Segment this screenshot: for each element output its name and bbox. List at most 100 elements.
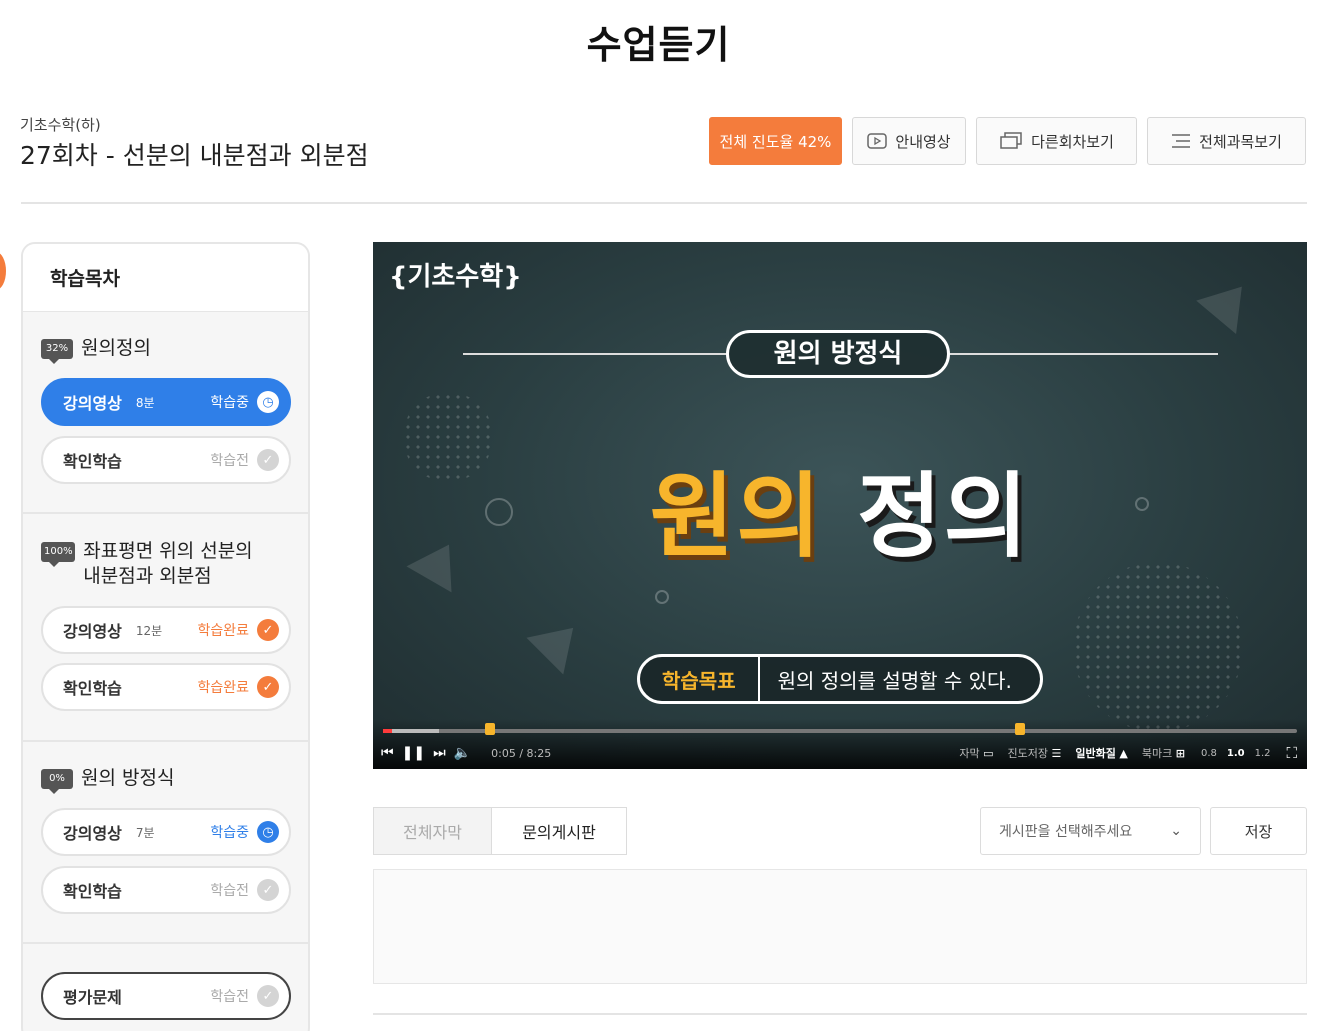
pause-icon[interactable]: ❚❚ [402,745,425,761]
subtitle-icon: ▭ [983,747,994,760]
speed-selector: 0.8 1.0 1.2 [1201,748,1271,759]
progress-label: 전체 진도율 42% [719,132,832,151]
lecture-video-item[interactable]: 강의영상 8분 학습중 ◷ [41,378,291,426]
item-label: 확인학습 [63,452,122,471]
save-progress-button[interactable]: 진도저장 ☰ [1008,745,1062,761]
section-title: 100% 좌표평면 위의 선분의 내분점과 외분점 [41,539,271,589]
item-status: 학습전 [210,453,249,469]
goal-tag: 학습목표 [640,657,760,701]
bookmark-marker[interactable] [1015,723,1025,735]
main-title-part1: 원의 [649,463,823,570]
subtitle-button[interactable]: 자막 ▭ [959,745,993,761]
next-icon[interactable]: ⏭ [433,745,446,761]
seek-bar[interactable] [383,723,1297,735]
item-status: 학습전 [210,989,249,1005]
section-divider [23,740,308,742]
check-study-item[interactable]: 확인학습 학습전 ✓ [41,436,291,484]
item-label: 강의영상 [63,394,122,413]
bookmark-marker[interactable] [485,723,495,735]
video-topic: 원의 방정식 [726,330,950,378]
tab-qna[interactable]: 문의게시판 [491,807,627,855]
clock-icon: ◷ [257,821,279,843]
topic-line-left [463,353,728,355]
page-title: 수업듣기 [586,23,731,67]
study-index-sidebar: 학습목차 32% 원의정의 강의영상 8분 학습중 ◷ 확인학습 학습전 ✓ 1… [21,242,310,1031]
bookmark-label: 북마크 [1141,747,1173,760]
item-status: 학습완료 [197,680,249,696]
learning-goal: 학습목표 원의 정의를 설명할 수 있다. [637,654,1043,704]
arrow-decoration [1196,269,1262,335]
percent-badge: 32% [41,339,73,364]
save-progress-label: 진도저장 [1007,747,1049,760]
item-label: 확인학습 [63,679,122,698]
progress-button[interactable]: 전체 진도율 42% [709,117,842,165]
check-icon: ✓ [257,676,279,698]
section-title: 0% 원의 방정식 [41,766,175,794]
database-icon: ☰ [1051,747,1062,760]
section-title-text: 원의 방정식 [81,767,175,789]
check-study-item[interactable]: 확인학습 학습완료 ✓ [41,663,291,711]
volume-icon[interactable]: 🔈 [454,745,471,761]
lecture-video-item[interactable]: 강의영상 7분 학습중 ◷ [41,808,291,856]
main-title-part2: 정의 [857,463,1031,570]
fullscreen-icon[interactable]: ⛶ [1286,744,1297,762]
lecture-video-item[interactable]: 강의영상 12분 학습완료 ✓ [41,606,291,654]
video-player[interactable]: {기초수학} 원의 방정식 원의 정의 학습목표 원의 정의를 설명할 수 있다… [373,242,1307,769]
section-title-text: 원의정의 [81,337,151,359]
evaluation-item[interactable]: 평가문제 학습전 ✓ [41,972,291,1020]
item-duration: 8분 [135,395,155,410]
tab-subtitles[interactable]: 전체자막 [373,807,492,855]
check-study-item[interactable]: 확인학습 학습전 ✓ [41,866,291,914]
board-select-value: 게시판을 선택해주세요 [999,824,1133,840]
guide-video-button[interactable]: 안내영상 [852,117,966,165]
subtitle-label: 자막 [959,747,980,760]
controls-row: ⏮ ❚❚ ⏭ 🔈 0:05 / 8:25 자막 ▭ 진도저장 ☰ 일반화질 ▲ … [381,743,1297,763]
bottom-divider [373,1013,1307,1015]
video-logo-text: 기초수학 [407,262,504,292]
quality-label: 일반화질 [1075,747,1116,760]
sidebar-toggle[interactable] [0,252,6,290]
time-display: 0:05 / 8:25 [491,746,552,760]
bookmark-button[interactable]: 북마크 ⊞ [1142,745,1185,761]
played-bar [383,729,393,733]
section-title-text: 좌표평면 위의 선분의 내분점과 외분점 [83,540,253,587]
board-select[interactable]: 게시판을 선택해주세요 ⌄ [980,807,1201,855]
guide-video-label: 안내영상 [895,132,951,151]
item-status: 학습전 [210,883,249,899]
lesson-title: 27회차 - 선분의 내분점과 외분점 [20,141,369,170]
ring-decoration [655,590,669,604]
item-status: 학습완료 [197,623,249,639]
all-subjects-label: 전체과목보기 [1199,132,1282,151]
video-main-title: 원의 정의 [373,442,1307,575]
quality-button[interactable]: 일반화질 ▲ [1075,745,1127,761]
header-divider [21,202,1307,204]
sidebar-title: 학습목차 [23,244,308,312]
item-status: 학습중 [210,825,249,841]
other-lessons-label: 다른회차보기 [1031,132,1114,151]
check-icon: ✓ [257,619,279,641]
course-subject: 기초수학(하) [20,116,101,134]
speed-option[interactable]: 1.0 [1227,748,1245,759]
item-status: 학습중 [210,395,249,411]
tab-content-area [373,869,1307,984]
play-icon [867,133,888,149]
save-button[interactable]: 저장 [1210,807,1307,855]
dots-pattern [1073,562,1243,732]
speed-option[interactable]: 0.8 [1201,748,1217,759]
previous-icon[interactable]: ⏮ [381,745,394,761]
clock-icon: ◷ [257,391,279,413]
list-icon [1172,134,1191,148]
other-lessons-button[interactable]: 다른회차보기 [976,117,1137,165]
percent-badge: 100% [41,542,76,567]
all-subjects-button[interactable]: 전체과목보기 [1147,117,1306,165]
item-label: 평가문제 [63,988,122,1007]
item-label: 강의영상 [63,622,122,641]
check-icon: ✓ [257,879,279,901]
goal-text: 원의 정의를 설명할 수 있다. [777,668,1012,693]
bookmark-add-icon: ⊞ [1175,747,1185,760]
check-icon: ✓ [257,449,279,471]
check-icon: ✓ [257,985,279,1007]
speed-option[interactable]: 1.2 [1255,748,1271,759]
chevron-down-icon: ⌄ [1170,823,1182,839]
video-logo: {기초수학} [389,262,522,292]
